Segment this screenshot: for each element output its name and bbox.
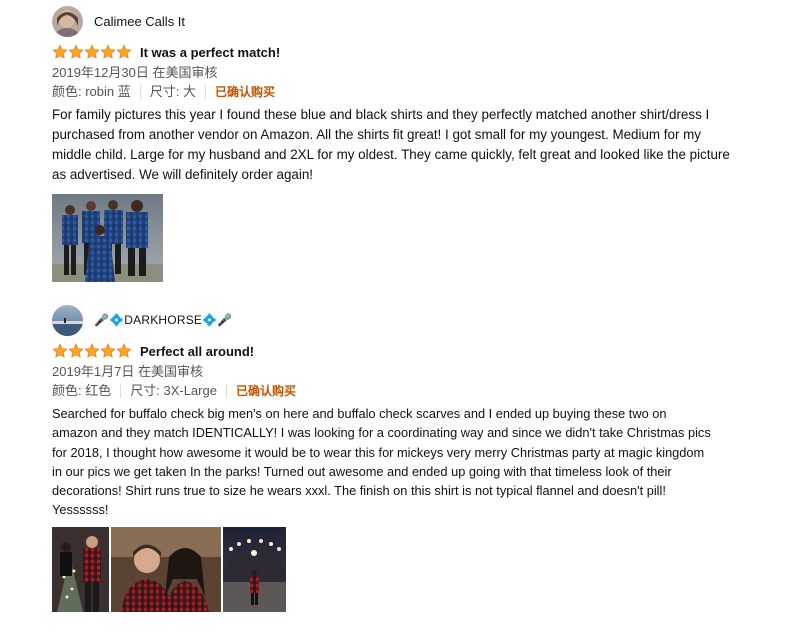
review-date: 2019年1月7日 在美国审核 bbox=[52, 364, 203, 379]
star-rating[interactable] bbox=[52, 44, 132, 60]
review-title[interactable]: It was a perfect match! bbox=[140, 45, 280, 60]
verified-purchase-badge: 已确认购买 bbox=[214, 85, 275, 99]
divider bbox=[139, 85, 141, 99]
variant-info: 颜色: 红色 尺寸: 3X-Large 已确认购买 bbox=[52, 381, 752, 401]
review-card: 🎤💠DARKHORSE💠🎤 Perfect all around! 2019年1… bbox=[52, 304, 752, 612]
review-title[interactable]: Perfect all around! bbox=[140, 344, 254, 359]
star-icon bbox=[68, 343, 84, 358]
variant-info: 颜色: robin 蓝 尺寸: 大 已确认购买 bbox=[52, 82, 752, 102]
star-icon bbox=[52, 44, 68, 59]
variant-size[interactable]: 尺寸: 3X-Large bbox=[130, 381, 217, 401]
review-photos bbox=[52, 526, 752, 612]
divider bbox=[225, 384, 227, 398]
star-icon bbox=[68, 44, 84, 59]
star-icon bbox=[84, 44, 100, 59]
star-icon bbox=[52, 343, 68, 358]
review-body: Searched for buffalo check big men's on … bbox=[52, 406, 711, 518]
variant-size[interactable]: 尺寸: 大 bbox=[150, 82, 196, 102]
variant-color[interactable]: 颜色: 红色 bbox=[52, 381, 111, 401]
reviewer-profile[interactable]: Calimee Calls It bbox=[52, 5, 752, 37]
review-body: For family pictures this year I found th… bbox=[52, 107, 730, 182]
reviewer-profile[interactable]: 🎤💠DARKHORSE💠🎤 bbox=[52, 304, 752, 336]
divider bbox=[120, 384, 122, 398]
review-card: Calimee Calls It It was a perfect match!… bbox=[52, 5, 752, 282]
star-rating[interactable] bbox=[52, 343, 132, 359]
reviewer-name[interactable]: 🎤💠DARKHORSE💠🎤 bbox=[94, 313, 232, 327]
review-title-row: Perfect all around! bbox=[52, 341, 752, 361]
review-photo[interactable] bbox=[111, 526, 221, 612]
review-photo[interactable] bbox=[52, 194, 163, 282]
divider bbox=[204, 85, 206, 99]
review-date: 2019年12月30日 在美国审核 bbox=[52, 65, 218, 80]
review-photo[interactable] bbox=[52, 526, 109, 612]
avatar[interactable] bbox=[52, 5, 83, 37]
star-icon bbox=[100, 343, 116, 358]
review-photos bbox=[52, 194, 752, 282]
variant-color[interactable]: 颜色: robin 蓝 bbox=[52, 82, 131, 102]
avatar[interactable] bbox=[52, 304, 83, 336]
star-icon bbox=[116, 343, 132, 358]
verified-purchase-badge: 已确认购买 bbox=[235, 384, 296, 398]
review-photo[interactable] bbox=[223, 526, 286, 612]
star-icon bbox=[100, 44, 116, 59]
review-title-row: It was a perfect match! bbox=[52, 42, 752, 62]
star-icon bbox=[84, 343, 100, 358]
reviewer-name[interactable]: Calimee Calls It bbox=[94, 14, 185, 29]
star-icon bbox=[116, 44, 132, 59]
